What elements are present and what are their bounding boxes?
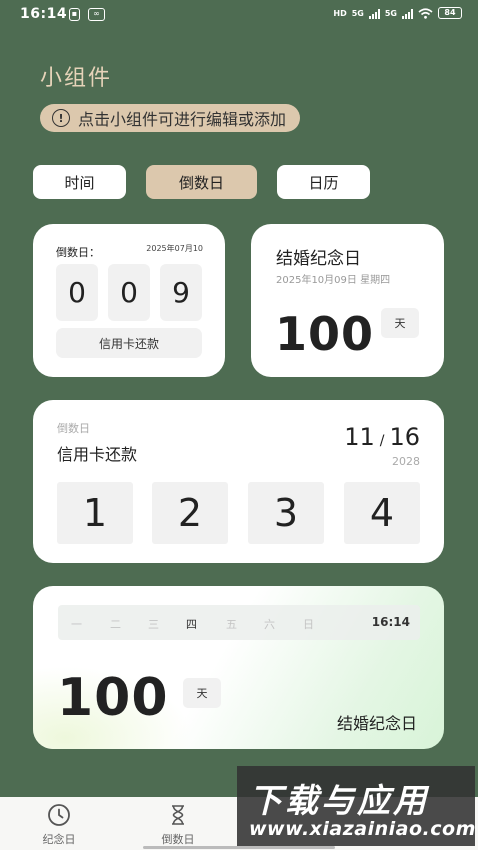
tab-countdown[interactable]: 倒数日: [146, 165, 257, 199]
widget-countdown-small[interactable]: 倒数日： 2025年07月10 0 0 9 信用卡还款: [33, 224, 225, 377]
countdown-wide-day: 16: [389, 423, 420, 451]
hd-label: HD: [333, 8, 347, 18]
hourglass-icon: [172, 805, 184, 825]
digit-box: 3: [248, 482, 324, 544]
wifi-icon: [418, 7, 433, 19]
battery-icon: 84: [438, 7, 462, 19]
widget-anniversary-wide[interactable]: 一 二 三 四 五 六 日 16:14 100 天 结婚纪念日: [33, 586, 444, 749]
status-indicators: HD 5G 5G 84: [333, 7, 462, 19]
hint-banner: ! 点击小组件可进行编辑或添加: [40, 104, 301, 132]
digit-box: 9: [160, 264, 202, 321]
5g-label-1: 5G: [351, 8, 364, 18]
weekday: 五: [226, 618, 237, 631]
watermark: 下载与应用 www.xiazainiao.com: [237, 766, 475, 846]
info-circle-icon: !: [52, 109, 70, 127]
weekday-bar: 一 二 三 四 五 六 日 16:14: [58, 605, 420, 640]
nav-item-countdown[interactable]: 倒数日: [133, 803, 223, 847]
nav-label: 纪念日: [42, 833, 76, 846]
anniversary-title: 结婚纪念日: [276, 249, 361, 269]
digit-box: 0: [108, 264, 150, 321]
digit-box: 2: [152, 482, 228, 544]
anniversary-wide-days: 100: [57, 668, 169, 728]
widget-time: 16:14: [371, 615, 410, 629]
nav-label: 倒数日: [161, 833, 195, 846]
weekday-today: 四: [186, 618, 197, 631]
sim-card-icon: ▪: [69, 8, 80, 21]
weekday: 六: [264, 618, 275, 631]
date-separator: /: [379, 433, 385, 449]
anniversary-days: 100: [275, 307, 375, 361]
signal-icon: [368, 8, 380, 19]
digit-box: 1: [57, 482, 133, 544]
nav-item-anniversary[interactable]: 纪念日: [14, 803, 104, 847]
countdown-wide-event-name: 信用卡还款: [57, 445, 138, 464]
watermark-title: 下载与应用: [249, 781, 429, 820]
weekday: 三: [148, 618, 159, 631]
tab-time[interactable]: 时间: [33, 165, 126, 199]
countdown-wide-year: 2028: [392, 455, 420, 468]
page-title: 小组件: [40, 66, 113, 91]
tab-calendar[interactable]: 日历: [277, 165, 370, 199]
weekday: 二: [110, 618, 121, 631]
watermark-url: www.xiazainiao.com: [249, 818, 476, 840]
countdown-date: 2025年07月10: [146, 244, 203, 253]
clock-icon: [48, 804, 70, 826]
digit-box: 4: [344, 482, 420, 544]
countdown-label: 倒数日：: [56, 246, 100, 259]
5g-label-2: 5G: [384, 8, 397, 18]
anniversary-unit: 天: [381, 308, 419, 338]
widget-anniversary-small[interactable]: 结婚纪念日 2025年10月09日 星期四 100 天: [251, 224, 444, 377]
home-indicator[interactable]: [143, 846, 335, 849]
anniversary-wide-unit: 天: [183, 678, 221, 708]
status-bar: 16:14 ▪ ∞ HD 5G 5G 84: [0, 0, 478, 30]
countdown-wide-month: 11: [344, 423, 375, 451]
countdown-wide-label: 倒数日: [57, 422, 90, 435]
signal-icon-2: [402, 8, 413, 19]
status-time: 16:14: [20, 6, 68, 22]
countdown-event-name: 信用卡还款: [56, 328, 202, 358]
anniversary-wide-name: 结婚纪念日: [336, 714, 417, 733]
hint-text: 点击小组件可进行编辑或添加: [78, 110, 287, 129]
widget-countdown-wide[interactable]: 倒数日 信用卡还款 11 / 16 2028 1 2 3 4: [33, 400, 444, 563]
digit-box: 0: [56, 264, 98, 321]
weekday: 日: [303, 618, 314, 631]
anniversary-date: 2025年10月09日 星期四: [276, 275, 391, 286]
weekday: 一: [71, 618, 82, 631]
countdown-wide-date: 11 / 16: [344, 423, 420, 451]
infinity-icon: ∞: [88, 8, 105, 21]
